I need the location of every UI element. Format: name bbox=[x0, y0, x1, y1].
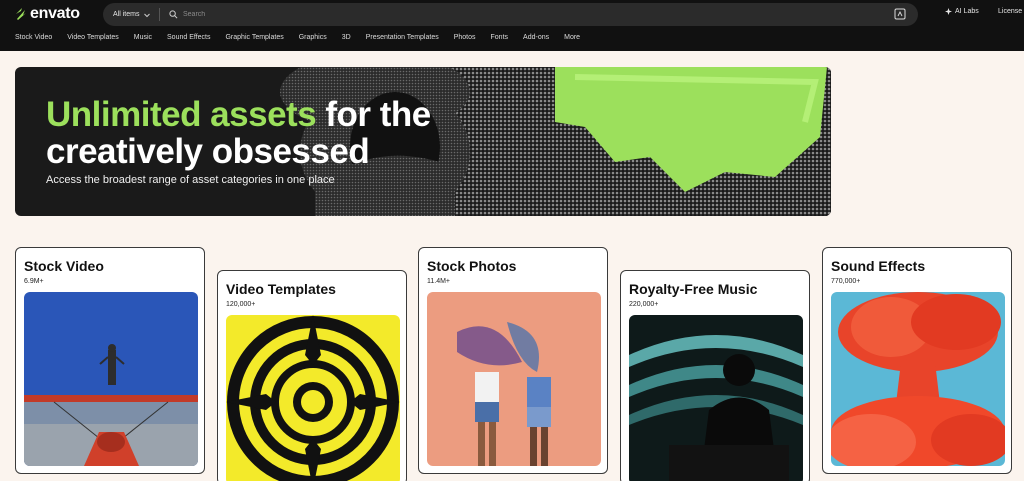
smoke-explosion-image bbox=[831, 292, 1005, 466]
nav-item-graphic-templates[interactable]: Graphic Templates bbox=[225, 34, 283, 46]
visual-search-icon[interactable] bbox=[894, 8, 906, 20]
license-link[interactable]: License bbox=[998, 8, 1022, 15]
category-nav: Stock Video Video Templates Music Sound … bbox=[15, 34, 580, 46]
hero-title-rest: for the bbox=[316, 95, 431, 134]
envato-logo[interactable]: envato bbox=[15, 5, 80, 22]
hero-title-accent: Unlimited assets bbox=[46, 95, 317, 134]
sparkle-icon bbox=[945, 8, 952, 15]
nav-item-presentation-templates[interactable]: Presentation Templates bbox=[366, 34, 439, 46]
search-category-select[interactable]: All items bbox=[113, 3, 151, 26]
nav-item-stock-video[interactable]: Stock Video bbox=[15, 34, 52, 46]
hero-title: Unlimited assets for the creatively obse… bbox=[46, 96, 506, 170]
card-count: 770,000+ bbox=[831, 278, 861, 285]
search-divider bbox=[159, 8, 160, 21]
search-icon bbox=[169, 10, 178, 19]
card-image bbox=[226, 315, 400, 481]
search-bar: All items bbox=[103, 3, 918, 26]
card-image bbox=[629, 315, 803, 481]
card-title: Royalty-Free Music bbox=[629, 281, 758, 297]
card-count: 11.4M+ bbox=[427, 278, 451, 285]
card-image bbox=[24, 292, 198, 466]
dj-silhouette-image bbox=[629, 315, 803, 481]
card-title: Video Templates bbox=[226, 281, 336, 297]
card-image bbox=[427, 292, 601, 466]
card-count: 120,000+ bbox=[226, 301, 256, 308]
card-count: 6.9M+ bbox=[24, 278, 44, 285]
nav-item-3d[interactable]: 3D bbox=[342, 34, 351, 46]
nav-item-video-templates[interactable]: Video Templates bbox=[67, 34, 119, 46]
card-title: Stock Photos bbox=[427, 258, 517, 274]
nav-item-graphics[interactable]: Graphics bbox=[299, 34, 327, 46]
chevron-down-icon bbox=[144, 13, 151, 17]
envato-leaf-icon bbox=[16, 8, 26, 20]
hero-subtitle: Access the broadest range of asset categ… bbox=[46, 174, 335, 186]
category-card-stock-video[interactable]: Stock Video 6.9M+ bbox=[15, 247, 205, 474]
card-title: Stock Video bbox=[24, 258, 104, 274]
biplane-image bbox=[24, 292, 198, 466]
nav-item-more[interactable]: More bbox=[564, 34, 580, 46]
hero-title-line2: creatively obsessed bbox=[46, 132, 370, 171]
nav-item-add-ons[interactable]: Add-ons bbox=[523, 34, 549, 46]
category-card-sound-effects[interactable]: Sound Effects 770,000+ bbox=[822, 247, 1012, 474]
nav-item-sound-effects[interactable]: Sound Effects bbox=[167, 34, 210, 46]
nav-item-fonts[interactable]: Fonts bbox=[491, 34, 509, 46]
category-card-royalty-free-music[interactable]: Royalty-Free Music 220,000+ bbox=[620, 270, 810, 481]
search-input[interactable] bbox=[183, 7, 883, 22]
hero-banner[interactable]: Unlimited assets for the creatively obse… bbox=[15, 67, 831, 216]
top-header: envato All items AI Labs License Stock V… bbox=[0, 0, 1024, 51]
ai-labs-link[interactable]: AI Labs bbox=[945, 8, 979, 15]
psychedelic-pattern-image bbox=[226, 315, 400, 481]
logo-text: envato bbox=[30, 5, 80, 22]
nav-item-photos[interactable]: Photos bbox=[454, 34, 476, 46]
card-title: Sound Effects bbox=[831, 258, 926, 274]
search-category-label: All items bbox=[113, 11, 140, 18]
nav-item-music[interactable]: Music bbox=[134, 34, 152, 46]
category-card-stock-photos[interactable]: Stock Photos 11.4M+ bbox=[418, 247, 608, 474]
dancers-photo-image bbox=[427, 292, 601, 466]
card-image bbox=[831, 292, 1005, 466]
category-card-video-templates[interactable]: Video Templates 120,000+ bbox=[217, 270, 407, 481]
ai-labs-label: AI Labs bbox=[955, 8, 979, 15]
card-count: 220,000+ bbox=[629, 301, 659, 308]
